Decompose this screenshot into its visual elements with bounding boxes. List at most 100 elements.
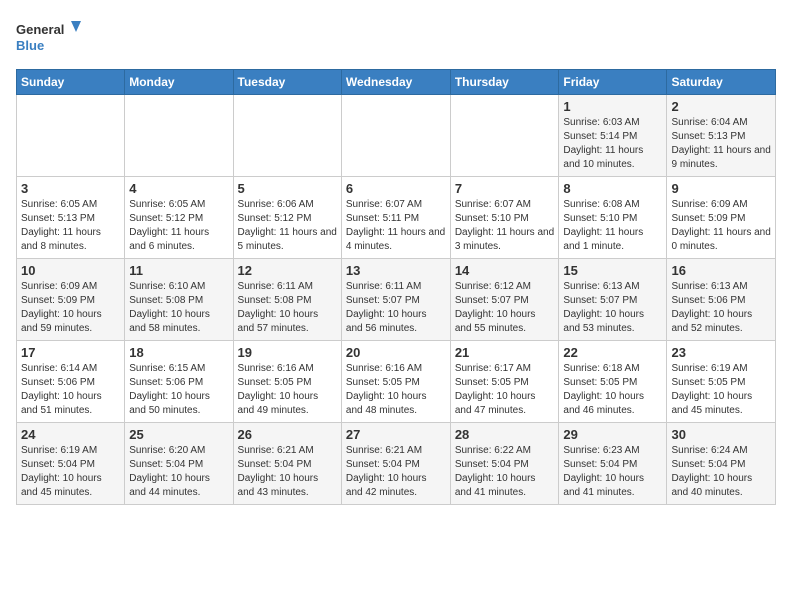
day-info: Sunrise: 6:07 AM Sunset: 5:10 PM Dayligh…: [455, 198, 555, 254]
day-number: 2: [671, 99, 771, 114]
weekday-header: Monday: [125, 70, 233, 95]
day-info: Sunrise: 6:03 AM Sunset: 5:14 PM Dayligh…: [563, 116, 662, 172]
day-info: Sunrise: 6:06 AM Sunset: 5:12 PM Dayligh…: [238, 198, 337, 254]
calendar-cell: 28 Sunrise: 6:22 AM Sunset: 5:04 PM Dayli…: [450, 423, 559, 505]
day-info: Sunrise: 6:04 AM Sunset: 5:13 PM Dayligh…: [671, 116, 771, 172]
weekday-header: Wednesday: [341, 70, 450, 95]
day-number: 18: [129, 345, 228, 360]
day-number: 27: [346, 427, 446, 442]
day-info: Sunrise: 6:24 AM Sunset: 5:04 PM Dayligh…: [671, 444, 771, 500]
svg-text:Blue: Blue: [16, 38, 44, 53]
day-number: 5: [238, 181, 337, 196]
day-info: Sunrise: 6:13 AM Sunset: 5:06 PM Dayligh…: [671, 280, 771, 336]
day-info: Sunrise: 6:22 AM Sunset: 5:04 PM Dayligh…: [455, 444, 555, 500]
day-info: Sunrise: 6:11 AM Sunset: 5:07 PM Dayligh…: [346, 280, 446, 336]
calendar-cell: [125, 95, 233, 177]
calendar-cell: 26Sunrise: 6:21 AM Sunset: 5:04 PM Dayli…: [233, 423, 341, 505]
day-number: 12: [238, 263, 337, 278]
calendar-cell: 30 Sunrise: 6:24 AM Sunset: 5:04 PM Dayli…: [667, 423, 776, 505]
day-number: 25: [129, 427, 228, 442]
day-info: Sunrise: 6:09 AM Sunset: 5:09 PM Dayligh…: [671, 198, 771, 254]
weekday-header: Sunday: [17, 70, 125, 95]
day-info: Sunrise: 6:19 AM Sunset: 5:04 PM Dayligh…: [21, 444, 120, 500]
day-number: 23: [671, 345, 771, 360]
calendar-week-row: 10 Sunrise: 6:09 AM Sunset: 5:09 PM Dayli…: [17, 259, 776, 341]
day-info: Sunrise: 6:05 AM Sunset: 5:13 PM Dayligh…: [21, 198, 120, 254]
day-info: Sunrise: 6:21 AM Sunset: 5:04 PM Dayligh…: [346, 444, 446, 500]
calendar-week-row: 24 Sunrise: 6:19 AM Sunset: 5:04 PM Dayli…: [17, 423, 776, 505]
calendar-cell: 1Sunrise: 6:03 AM Sunset: 5:14 PM Daylig…: [559, 95, 667, 177]
calendar-cell: 10 Sunrise: 6:09 AM Sunset: 5:09 PM Dayli…: [17, 259, 125, 341]
calendar-cell: 29 Sunrise: 6:23 AM Sunset: 5:04 PM Dayli…: [559, 423, 667, 505]
calendar-cell: 22 Sunrise: 6:18 AM Sunset: 5:05 PM Dayli…: [559, 341, 667, 423]
day-number: 9: [671, 181, 771, 196]
calendar-cell: 24 Sunrise: 6:19 AM Sunset: 5:04 PM Dayli…: [17, 423, 125, 505]
calendar-cell: 21Sunrise: 6:17 AM Sunset: 5:05 PM Dayli…: [450, 341, 559, 423]
day-info: Sunrise: 6:20 AM Sunset: 5:04 PM Dayligh…: [129, 444, 228, 500]
day-info: Sunrise: 6:10 AM Sunset: 5:08 PM Dayligh…: [129, 280, 228, 336]
day-number: 17: [21, 345, 120, 360]
calendar-week-row: 3 Sunrise: 6:05 AM Sunset: 5:13 PM Daylig…: [17, 177, 776, 259]
day-info: Sunrise: 6:07 AM Sunset: 5:11 PM Dayligh…: [346, 198, 446, 254]
day-info: Sunrise: 6:17 AM Sunset: 5:05 PM Dayligh…: [455, 362, 555, 418]
day-number: 4: [129, 181, 228, 196]
day-number: 16: [671, 263, 771, 278]
calendar-cell: 2 Sunrise: 6:04 AM Sunset: 5:13 PM Daylig…: [667, 95, 776, 177]
weekday-header: Tuesday: [233, 70, 341, 95]
day-number: 14: [455, 263, 555, 278]
calendar-cell: 23Sunrise: 6:19 AM Sunset: 5:05 PM Dayli…: [667, 341, 776, 423]
day-number: 30: [671, 427, 771, 442]
day-number: 3: [21, 181, 120, 196]
logo: General Blue: [16, 16, 86, 61]
day-number: 22: [563, 345, 662, 360]
calendar-cell: 18 Sunrise: 6:15 AM Sunset: 5:06 PM Dayli…: [125, 341, 233, 423]
day-number: 15: [563, 263, 662, 278]
calendar-cell: 5 Sunrise: 6:06 AM Sunset: 5:12 PM Daylig…: [233, 177, 341, 259]
calendar-cell: 17Sunrise: 6:14 AM Sunset: 5:06 PM Dayli…: [17, 341, 125, 423]
calendar-cell: 8 Sunrise: 6:08 AM Sunset: 5:10 PM Daylig…: [559, 177, 667, 259]
day-info: Sunrise: 6:23 AM Sunset: 5:04 PM Dayligh…: [563, 444, 662, 500]
day-info: Sunrise: 6:15 AM Sunset: 5:06 PM Dayligh…: [129, 362, 228, 418]
day-number: 20: [346, 345, 446, 360]
weekday-header: Saturday: [667, 70, 776, 95]
calendar-cell: 19Sunrise: 6:16 AM Sunset: 5:05 PM Dayli…: [233, 341, 341, 423]
calendar-cell: 9 Sunrise: 6:09 AM Sunset: 5:09 PM Daylig…: [667, 177, 776, 259]
day-number: 8: [563, 181, 662, 196]
logo-svg: General Blue: [16, 16, 86, 61]
day-info: Sunrise: 6:13 AM Sunset: 5:07 PM Dayligh…: [563, 280, 662, 336]
weekday-header: Thursday: [450, 70, 559, 95]
day-number: 28: [455, 427, 555, 442]
calendar-cell: 15 Sunrise: 6:13 AM Sunset: 5:07 PM Dayli…: [559, 259, 667, 341]
calendar-cell: 13 Sunrise: 6:11 AM Sunset: 5:07 PM Dayli…: [341, 259, 450, 341]
calendar-cell: 11 Sunrise: 6:10 AM Sunset: 5:08 PM Dayli…: [125, 259, 233, 341]
day-number: 13: [346, 263, 446, 278]
day-info: Sunrise: 6:16 AM Sunset: 5:05 PM Dayligh…: [346, 362, 446, 418]
day-info: Sunrise: 6:16 AM Sunset: 5:05 PM Dayligh…: [238, 362, 337, 418]
calendar-cell: [233, 95, 341, 177]
weekday-header: Friday: [559, 70, 667, 95]
day-info: Sunrise: 6:11 AM Sunset: 5:08 PM Dayligh…: [238, 280, 337, 336]
calendar-cell: 25 Sunrise: 6:20 AM Sunset: 5:04 PM Dayli…: [125, 423, 233, 505]
day-number: 11: [129, 263, 228, 278]
day-info: Sunrise: 6:18 AM Sunset: 5:05 PM Dayligh…: [563, 362, 662, 418]
day-info: Sunrise: 6:05 AM Sunset: 5:12 PM Dayligh…: [129, 198, 228, 254]
calendar-cell: 12 Sunrise: 6:11 AM Sunset: 5:08 PM Dayli…: [233, 259, 341, 341]
day-number: 29: [563, 427, 662, 442]
day-number: 10: [21, 263, 120, 278]
calendar-week-row: 1Sunrise: 6:03 AM Sunset: 5:14 PM Daylig…: [17, 95, 776, 177]
day-number: 26: [238, 427, 337, 442]
day-number: 6: [346, 181, 446, 196]
calendar-cell: 4 Sunrise: 6:05 AM Sunset: 5:12 PM Daylig…: [125, 177, 233, 259]
calendar-cell: [450, 95, 559, 177]
calendar-cell: 27 Sunrise: 6:21 AM Sunset: 5:04 PM Dayli…: [341, 423, 450, 505]
svg-text:General: General: [16, 22, 64, 37]
day-info: Sunrise: 6:08 AM Sunset: 5:10 PM Dayligh…: [563, 198, 662, 254]
calendar-cell: 7Sunrise: 6:07 AM Sunset: 5:10 PM Daylig…: [450, 177, 559, 259]
day-info: Sunrise: 6:09 AM Sunset: 5:09 PM Dayligh…: [21, 280, 120, 336]
day-number: 24: [21, 427, 120, 442]
calendar-cell: 3 Sunrise: 6:05 AM Sunset: 5:13 PM Daylig…: [17, 177, 125, 259]
calendar-week-row: 17Sunrise: 6:14 AM Sunset: 5:06 PM Dayli…: [17, 341, 776, 423]
page-header: General Blue: [16, 16, 776, 61]
calendar-header: SundayMondayTuesdayWednesdayThursdayFrid…: [17, 70, 776, 95]
calendar-cell: 20 Sunrise: 6:16 AM Sunset: 5:05 PM Dayli…: [341, 341, 450, 423]
